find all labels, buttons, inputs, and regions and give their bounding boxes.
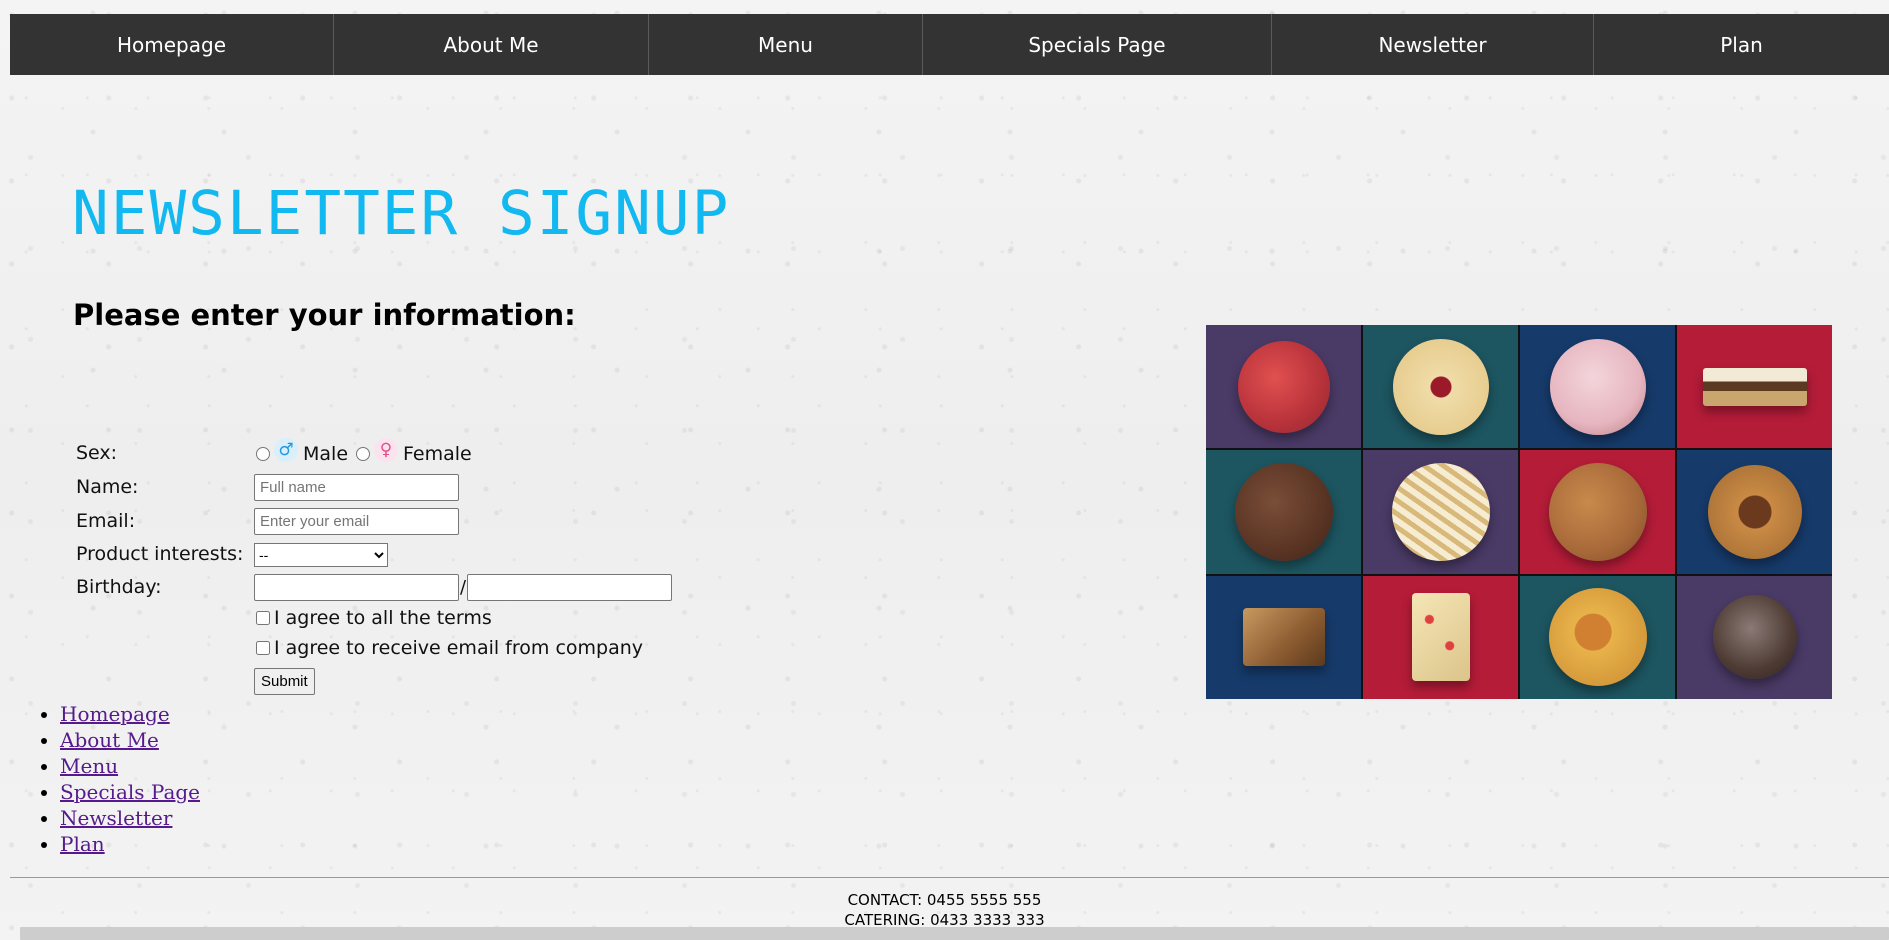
image-tile (1677, 325, 1832, 449)
birthday-label: Birthday: (76, 576, 162, 598)
list-item: Specials Page (60, 779, 200, 805)
female-label: Female (403, 443, 472, 465)
page-title: NEWSLETTER SIGNUP (72, 178, 731, 249)
image-tile (1363, 325, 1518, 449)
list-item: Newsletter (60, 805, 200, 831)
image-tile (1520, 325, 1675, 449)
terms-label: I agree to all the terms (274, 607, 492, 629)
email-label: Email: (76, 510, 136, 532)
interests-label: Product interests: (76, 543, 244, 565)
footer-divider (10, 877, 1889, 878)
image-tile (1677, 450, 1832, 574)
choc-chip-cookie-icon (1548, 462, 1647, 561)
white-drizzle-cookie-icon (1391, 462, 1490, 561)
nav-homepage[interactable]: Homepage (10, 14, 334, 75)
pink-crinkle-cookie-icon (1549, 338, 1646, 435)
interests-control: -- (254, 543, 388, 567)
caramel-cookie-icon (1548, 588, 1647, 687)
choc-crinkle-cookie-icon (1712, 595, 1797, 680)
birthday-input-2[interactable] (467, 574, 673, 601)
image-tile (1206, 575, 1361, 699)
nav-newsletter[interactable]: Newsletter (1272, 14, 1594, 75)
email-control (254, 508, 459, 535)
image-tile (1363, 450, 1518, 574)
footer: CONTACT: 0455 5555 555 CATERING: 0433 33… (0, 890, 1889, 930)
name-control (254, 474, 459, 501)
name-label: Name: (76, 476, 139, 498)
terms-control: I agree to all the terms (254, 607, 492, 629)
jam-cookie-icon (1392, 338, 1489, 435)
slice-bar-icon (1702, 367, 1807, 406)
birthday-input-1[interactable] (254, 574, 459, 601)
list-nav-specials-page[interactable]: Specials Page (60, 780, 200, 804)
nav-about-me[interactable]: About Me (334, 14, 649, 75)
image-tile (1206, 325, 1361, 449)
nav-plan[interactable]: Plan (1594, 14, 1889, 75)
name-input[interactable] (254, 474, 459, 501)
male-symbol-icon: ♂ (274, 438, 298, 462)
image-tile (1363, 575, 1518, 699)
image-tile (1677, 575, 1832, 699)
cookie-grid-image (1206, 325, 1832, 699)
blondie-bar-icon (1242, 608, 1325, 667)
list-item: Menu (60, 753, 200, 779)
page-subtitle: Please enter your information: (73, 298, 576, 332)
nav-specials-page[interactable]: Specials Page (923, 14, 1272, 75)
female-symbol-icon: ♀ (374, 438, 399, 462)
email-consent-checkbox[interactable] (256, 641, 270, 655)
sex-label: Sex: (76, 442, 118, 464)
submit-control: Submit (254, 668, 315, 695)
list-nav-newsletter[interactable]: Newsletter (60, 806, 172, 830)
thumbprint-cookie-icon (1707, 464, 1802, 559)
sex-options: ♂ Male ♀ Female (254, 438, 478, 466)
email-consent-control: I agree to receive email from company (254, 637, 643, 659)
nav-menu[interactable]: Menu (649, 14, 923, 75)
female-radio[interactable] (356, 447, 371, 461)
red-velvet-cookie-icon (1237, 340, 1330, 433)
list-nav-homepage[interactable]: Homepage (60, 702, 170, 726)
horizontal-scrollbar[interactable] (20, 927, 1889, 940)
list-nav-plan[interactable]: Plan (60, 832, 105, 856)
email-consent-label: I agree to receive email from company (274, 637, 644, 659)
list-item: About Me (60, 727, 200, 753)
birthday-separator: / (460, 577, 467, 598)
terms-checkbox[interactable] (256, 611, 270, 625)
chocolate-cookie-icon (1234, 462, 1333, 561)
list-nav-about-me[interactable]: About Me (60, 728, 159, 752)
list-item: Homepage (60, 701, 200, 727)
footer-nav-list: Homepage About Me Menu Specials Page New… (20, 701, 200, 857)
list-item: Plan (60, 831, 200, 857)
fruit-bar-icon (1411, 593, 1470, 682)
list-nav-menu[interactable]: Menu (60, 754, 118, 778)
email-input[interactable] (254, 508, 459, 535)
footer-contact: CONTACT: 0455 5555 555 (847, 891, 1042, 909)
image-tile (1520, 450, 1675, 574)
male-label: Male (303, 443, 349, 465)
image-tile (1206, 450, 1361, 574)
submit-button[interactable]: Submit (254, 668, 315, 695)
male-radio[interactable] (256, 447, 270, 461)
birthday-control: / (254, 574, 673, 601)
top-nav: Homepage About Me Menu Specials Page New… (10, 14, 1889, 75)
interests-select[interactable]: -- (254, 543, 388, 567)
image-tile (1520, 575, 1675, 699)
